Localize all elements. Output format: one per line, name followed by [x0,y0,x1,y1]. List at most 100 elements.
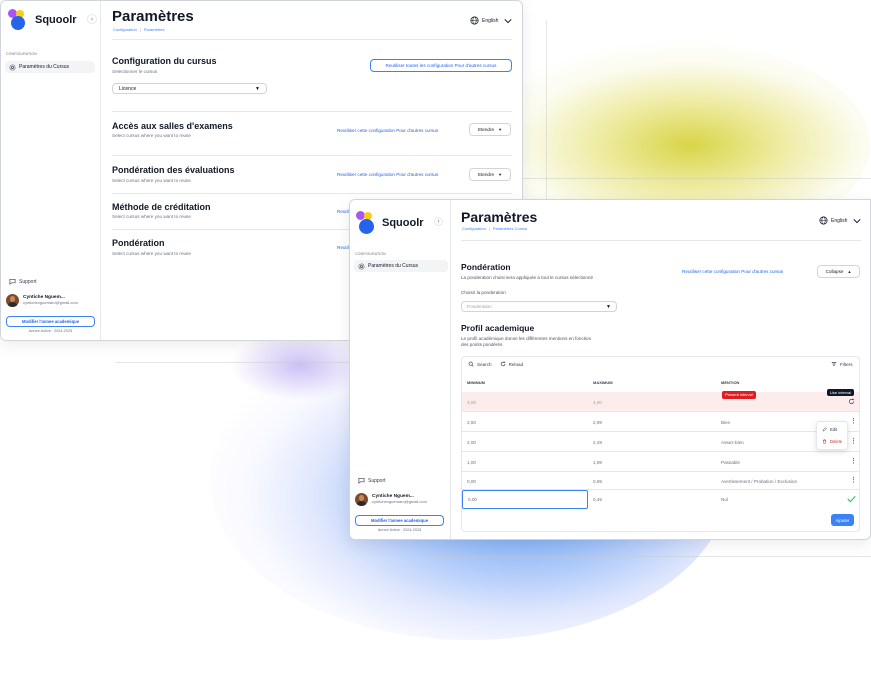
reuse-config-link[interactable]: Reutiliser cette configuration Pour d'au… [337,128,438,133]
search-label: Search [477,361,492,367]
breadcrumb-item[interactable]: Configuration [462,226,486,231]
user-email: cyntichenguemaro@gmail.com [23,299,78,305]
column-header-maximum[interactable]: MAXIMUM [593,380,613,385]
sidebar-collapse-button[interactable]: ‹ [434,217,443,226]
cell-minimum: 0,00 [467,479,476,484]
breadcrumb-item[interactable]: Paramètres [144,27,165,32]
menu-delete[interactable]: Delete [822,439,842,444]
sidebar-item-parametres-cursus[interactable]: Paramètres du Cursus [5,61,95,73]
avatar [355,493,368,506]
section-title-weighting: Pondération [112,238,165,248]
language-label: English [482,17,499,24]
settings-icon [9,64,16,70]
cell-minimum: 2,50 [467,420,476,425]
cell-minimum: 3,00 [467,400,476,405]
page-title: Paramètres [461,209,538,225]
reuse-config-link[interactable]: Reutiliser cette configuration Pour d'au… [337,172,438,177]
academic-profile-description: Le profil académique donne les différent… [461,336,592,341]
table-row[interactable] [462,432,859,452]
reuse-config-link[interactable]: Reutili [337,209,350,214]
filter-icon [831,362,837,366]
nav-section-label: CONFIGURATION [6,52,37,56]
breadcrumb-item[interactable]: Configuration [113,27,137,32]
column-header-minimum[interactable]: MINIMUM [467,380,485,385]
sidebar-item-parametres-cursus[interactable]: Paramètres du Cursus [354,260,448,272]
edit-academic-year-button[interactable]: Modifier l'annee academique [6,316,95,327]
logo-text: Squoolr [35,14,77,26]
kebab-icon[interactable]: ⋮ [850,437,857,445]
support-link[interactable]: Support [9,278,37,285]
decorative-grid-line [430,556,871,557]
choose-weighting-label: Choisir la ponderation [461,290,506,295]
check-icon[interactable] [847,495,856,503]
logo[interactable]: Squoolr [8,9,77,31]
breadcrumb: Configuration | Paramètres Cursus [462,226,528,231]
expand-button[interactable]: Etendre ▼ [469,123,511,136]
table-row[interactable] [462,412,859,432]
cell-mention[interactable]: Nul [721,497,728,502]
refresh-icon[interactable] [848,398,855,405]
expand-button[interactable]: Etendre ▼ [469,168,511,181]
caret-down-icon: ▼ [255,85,260,92]
kebab-icon[interactable]: ⋮ [850,476,857,484]
reload-label: Reload [508,361,524,367]
collapse-button-label: Collapse [825,269,844,274]
cell-maximum[interactable]: 0,49 [593,497,602,502]
logo[interactable]: Squoolr [356,211,424,235]
expand-button-label: Etendre [477,127,495,132]
avatar [6,294,19,307]
add-button[interactable]: Ajouter [831,514,854,526]
academic-year-label: Annee Active : 2024-2025 [377,528,422,532]
reuse-config-link[interactable]: Reutiliser cette configuration Pour d'au… [682,269,783,274]
cell-maximum: 2,99 [593,420,602,425]
breadcrumb-item[interactable]: Paramètres Cursus [493,226,527,231]
cursus-select[interactable]: Licence ▼ [112,83,267,94]
reuse-all-config-button[interactable]: Reutiliser toutes les configuration Pour… [370,59,512,72]
support-link[interactable]: Support [358,477,386,484]
table-row[interactable] [462,392,859,412]
divider [112,155,512,156]
language-selector[interactable]: English [470,16,512,25]
error-badge: Present interval [722,391,756,399]
user-profile[interactable]: Cyntiche Nguem... cyntichenguemaro@gmail… [6,294,78,307]
cursus-select-value: Licence [119,85,137,92]
edit-academic-year-button[interactable]: Modifier l'annee academique [355,515,444,526]
globe-icon [470,16,479,25]
reload-icon [500,361,505,367]
menu-edit[interactable]: Edit [822,427,837,432]
academic-profile-description: des points pondérés [461,342,503,347]
filters-label: Filters [840,361,853,367]
tooltip: Use interval [827,389,855,396]
filters-button[interactable]: Filters [831,361,853,367]
cell-maximum: 2,49 [593,440,602,445]
weighting-select[interactable]: Ponderation ▼ [461,301,617,312]
kebab-icon[interactable]: ⋮ [850,457,857,465]
table-row[interactable] [462,452,859,472]
cell-mention: Passable [721,460,740,465]
column-header-mention[interactable]: MENTION [721,380,739,385]
table-row[interactable] [462,472,859,490]
search-button[interactable]: Search [468,361,492,367]
cell-mention: Assez-bien [721,440,744,445]
kebab-icon[interactable]: ⋮ [850,417,857,425]
cell-maximum: 1,99 [593,460,602,465]
minimum-input[interactable]: 0,00 [462,490,588,509]
collapse-button[interactable]: Collapse ▲ [817,265,860,278]
screenshot-stage: Squoolr ‹ CONFIGURATION Paramètres du Cu… [0,0,871,685]
language-selector[interactable]: English [819,216,861,225]
section-subtitle: Select cursus where you want to reuse [112,178,191,183]
sidebar: Squoolr ‹ CONFIGURATION Paramètres du Cu… [1,1,101,340]
menu-edit-label: Edit [830,427,838,432]
trash-icon [822,439,827,444]
sidebar-collapse-button[interactable]: ‹ [87,14,97,24]
user-profile[interactable]: Cyntiche Nguem... cyntichenguemaro@gmail… [355,493,427,506]
reload-button[interactable]: Reload [500,361,524,367]
caret-down-icon: ▼ [498,127,503,132]
config-title: Configuration du cursus [112,56,217,66]
reuse-config-link[interactable]: Reutili [337,245,350,250]
cell-mention: Bien [721,420,731,425]
section-title-credit-method: Méthode de créditation [112,202,211,212]
chat-icon [358,477,365,484]
language-label: English [831,217,848,224]
chat-icon [9,278,16,285]
